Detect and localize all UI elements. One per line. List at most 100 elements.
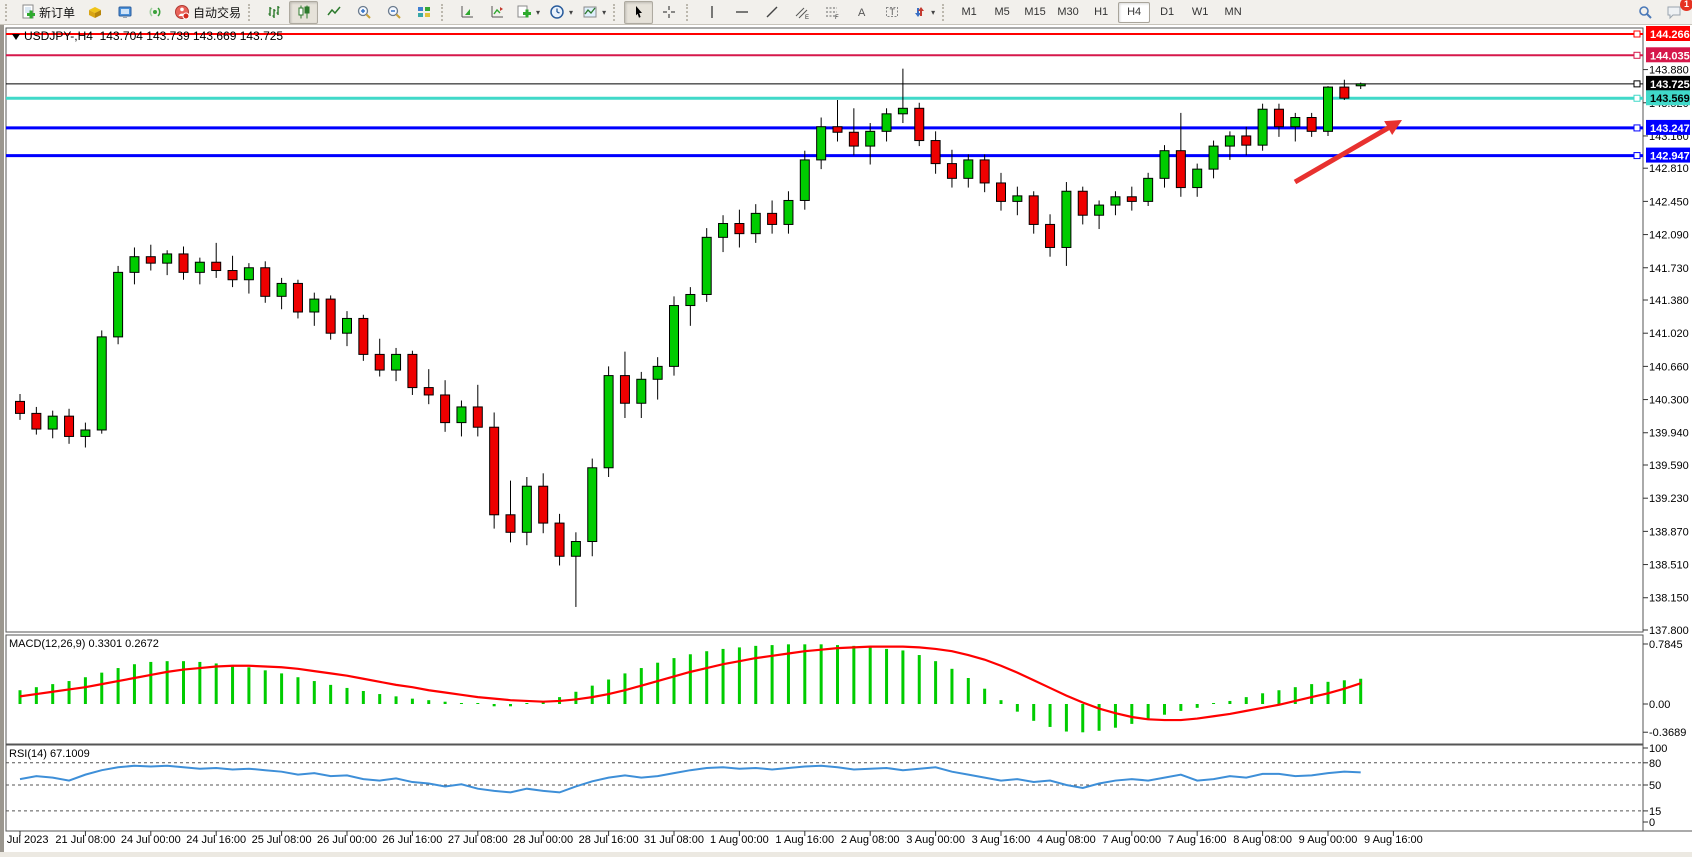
timeframe-D1[interactable]: D1 xyxy=(1151,2,1183,23)
candle[interactable] xyxy=(686,294,695,305)
candle[interactable] xyxy=(817,127,826,160)
add-indicator-button[interactable]: ▾ xyxy=(512,1,544,24)
candle[interactable] xyxy=(964,160,973,178)
signal-button[interactable] xyxy=(140,1,169,24)
text-label-button[interactable]: T xyxy=(877,1,906,24)
candle[interactable] xyxy=(16,401,25,413)
level-handle[interactable] xyxy=(1634,52,1640,58)
candle[interactable] xyxy=(277,283,286,296)
candle[interactable] xyxy=(244,268,253,280)
toolbar-grip[interactable] xyxy=(686,4,692,21)
autotrade-button[interactable]: 自动交易 xyxy=(170,1,245,24)
candle[interactable] xyxy=(146,257,155,263)
candle[interactable] xyxy=(1209,146,1218,169)
candle[interactable] xyxy=(375,354,384,370)
level-handle[interactable] xyxy=(1634,153,1640,159)
timeframe-H4[interactable]: H4 xyxy=(1118,2,1150,23)
marketwatch-button[interactable] xyxy=(80,1,109,24)
candle[interactable] xyxy=(604,376,613,468)
candle[interactable] xyxy=(359,318,368,354)
cursor-button[interactable] xyxy=(624,1,653,24)
candle[interactable] xyxy=(1307,118,1316,132)
candle[interactable] xyxy=(784,200,793,224)
candle[interactable] xyxy=(97,337,106,430)
candle[interactable] xyxy=(1324,87,1333,131)
candle[interactable] xyxy=(179,254,188,272)
candle[interactable] xyxy=(735,224,744,234)
candle[interactable] xyxy=(620,376,629,404)
candle[interactable] xyxy=(1340,87,1349,98)
candle[interactable] xyxy=(261,268,270,297)
candle[interactable] xyxy=(81,430,90,436)
timeframe-M30[interactable]: M30 xyxy=(1052,2,1084,23)
candle[interactable] xyxy=(473,407,482,427)
candle[interactable] xyxy=(849,132,858,146)
periods-button[interactable]: ▾ xyxy=(545,1,577,24)
candle[interactable] xyxy=(1176,151,1185,188)
candle[interactable] xyxy=(931,141,940,164)
indicator-window-button[interactable] xyxy=(452,1,481,24)
toolbar-grip[interactable] xyxy=(942,4,948,21)
candle[interactable] xyxy=(1029,196,1038,225)
candle[interactable] xyxy=(457,407,466,423)
candle[interactable] xyxy=(1356,84,1365,86)
candle[interactable] xyxy=(1111,197,1120,205)
candle[interactable] xyxy=(571,542,580,557)
toolbar-grip[interactable] xyxy=(5,4,11,21)
candle-chart-button[interactable] xyxy=(289,1,318,24)
vertical-line-button[interactable] xyxy=(697,1,726,24)
candle[interactable] xyxy=(997,183,1006,201)
candle[interactable] xyxy=(898,108,907,114)
toolbar-grip[interactable] xyxy=(441,4,447,21)
candle[interactable] xyxy=(882,114,891,132)
zoom-out-button[interactable] xyxy=(379,1,408,24)
candle[interactable] xyxy=(130,257,139,273)
candle[interactable] xyxy=(866,131,875,146)
indicator-window-add-button[interactable] xyxy=(482,1,511,24)
candle[interactable] xyxy=(163,254,172,263)
candle[interactable] xyxy=(195,262,204,272)
candle[interactable] xyxy=(800,160,809,201)
candle[interactable] xyxy=(48,416,57,429)
candle[interactable] xyxy=(1291,118,1300,127)
candle[interactable] xyxy=(702,237,711,294)
expand-triangle-icon[interactable] xyxy=(12,34,20,40)
candle[interactable] xyxy=(490,427,499,515)
trendline-button[interactable] xyxy=(757,1,786,24)
level-handle[interactable] xyxy=(1634,95,1640,101)
terminal-button[interactable] xyxy=(110,1,139,24)
candle[interactable] xyxy=(1274,109,1283,127)
candle[interactable] xyxy=(670,306,679,367)
candle[interactable] xyxy=(1078,191,1087,215)
search-button[interactable] xyxy=(1630,1,1659,24)
text-button[interactable]: A xyxy=(847,1,876,24)
candle[interactable] xyxy=(1193,169,1202,187)
candle[interactable] xyxy=(751,213,760,233)
timeframe-M15[interactable]: M15 xyxy=(1019,2,1051,23)
template-button[interactable]: ▾ xyxy=(578,1,610,24)
candle[interactable] xyxy=(522,486,531,532)
candle[interactable] xyxy=(1258,109,1267,145)
candle[interactable] xyxy=(441,395,450,423)
candle[interactable] xyxy=(228,271,237,280)
candle[interactable] xyxy=(408,354,417,387)
level-handle[interactable] xyxy=(1634,81,1640,87)
channel-button[interactable]: E xyxy=(787,1,816,24)
candle[interactable] xyxy=(114,272,123,337)
candle[interactable] xyxy=(915,108,924,140)
candle[interactable] xyxy=(310,299,319,312)
candle[interactable] xyxy=(32,413,41,429)
zoom-in-button[interactable] xyxy=(349,1,378,24)
candle[interactable] xyxy=(326,299,335,333)
candle[interactable] xyxy=(1095,205,1104,215)
candle[interactable] xyxy=(1144,178,1153,201)
candle[interactable] xyxy=(212,262,221,270)
toolbar-grip[interactable] xyxy=(248,4,254,21)
candle[interactable] xyxy=(343,318,352,333)
toolbar-grip[interactable] xyxy=(613,4,619,21)
candle[interactable] xyxy=(1062,191,1071,247)
timeframe-W1[interactable]: W1 xyxy=(1184,2,1216,23)
level-handle[interactable] xyxy=(1634,125,1640,131)
level-handle[interactable] xyxy=(1634,31,1640,37)
candle[interactable] xyxy=(768,213,777,224)
